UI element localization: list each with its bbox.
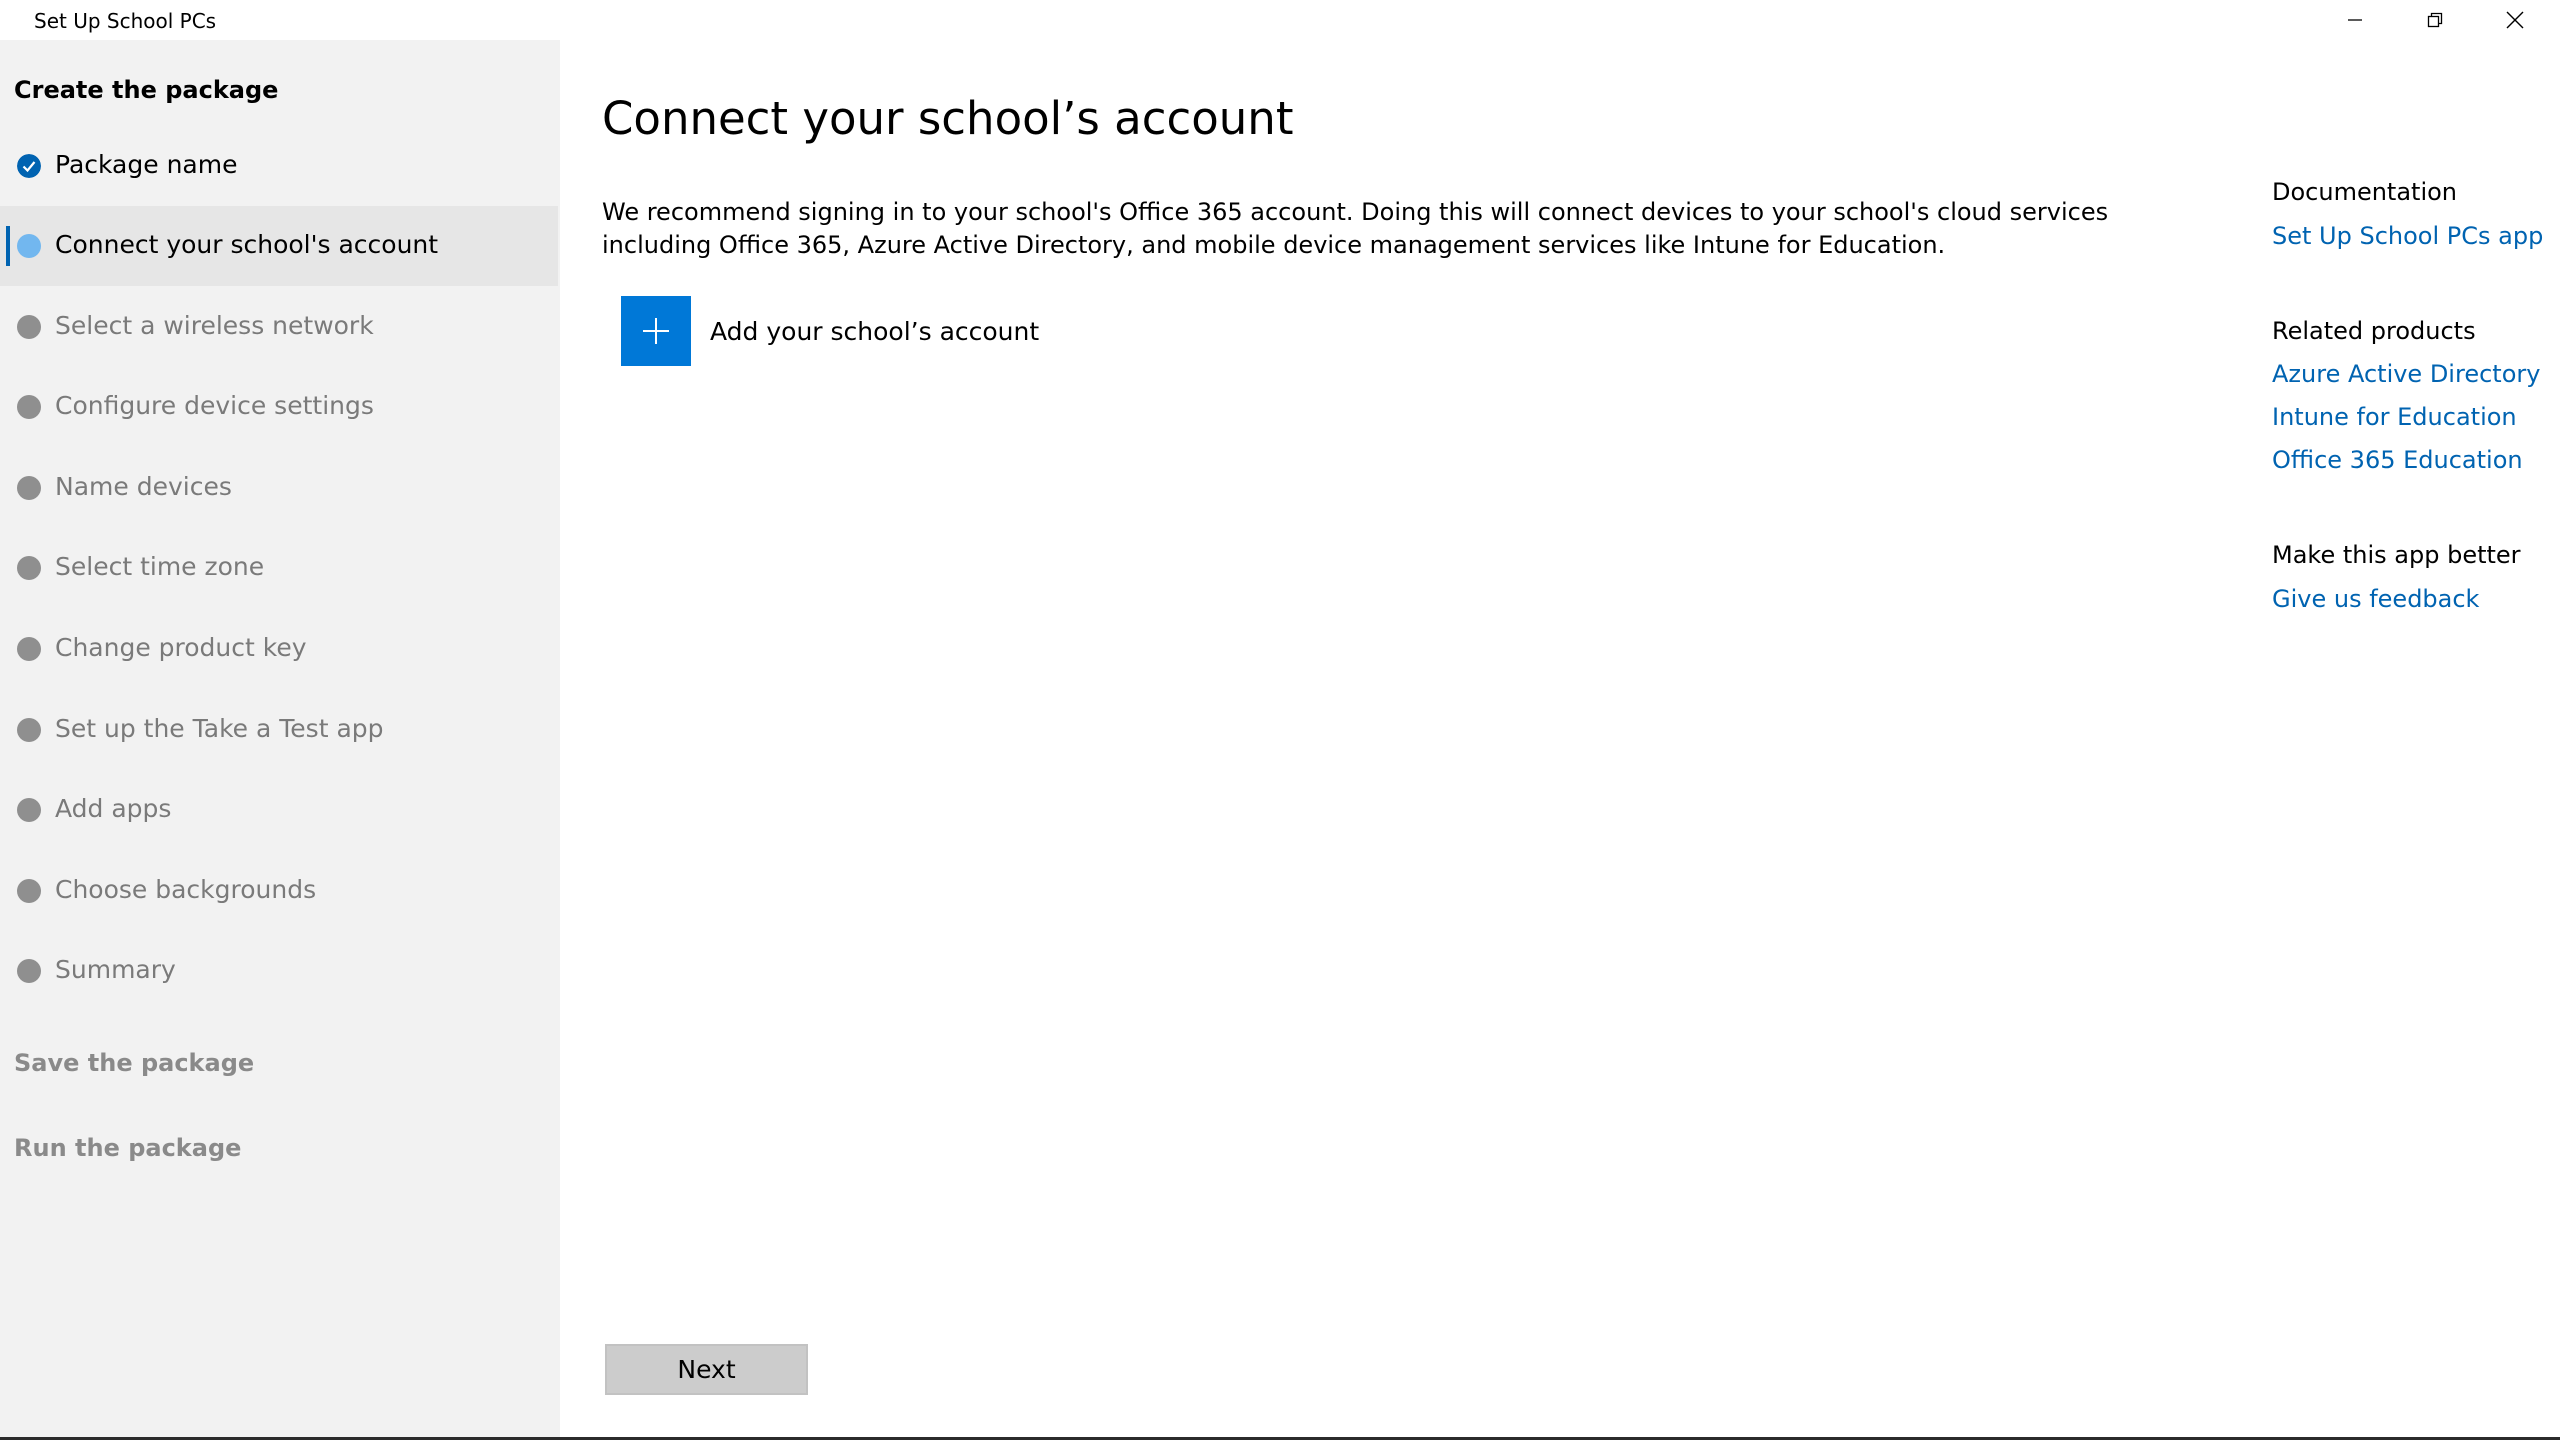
link-intune-for-education[interactable]: Intune for Education	[2272, 403, 2517, 431]
step-status-dot	[17, 234, 41, 258]
minimize-button[interactable]	[2315, 0, 2395, 40]
sidebar-item-label: Configure device settings	[55, 391, 374, 420]
sidebar-item-label: Connect your school's account	[55, 230, 439, 259]
minimize-icon	[2348, 19, 2362, 21]
close-button[interactable]	[2475, 0, 2555, 40]
step-status-dot	[17, 476, 41, 500]
documentation-link[interactable]: Set Up School PCs app	[2272, 222, 2543, 250]
add-account-button[interactable]: Add your school’s account	[621, 296, 1039, 366]
sidebar-item-label: Add apps	[55, 794, 172, 823]
step-status-dot	[17, 718, 41, 742]
restore-button[interactable]	[2395, 0, 2475, 40]
section-run-heading[interactable]: Run the package	[14, 1134, 241, 1162]
sidebar-item-package-name[interactable]: Package name	[0, 126, 558, 206]
sidebar-item-label: Choose backgrounds	[55, 875, 317, 904]
close-icon	[2506, 11, 2524, 29]
sidebar-item-summary[interactable]: Summary	[0, 931, 558, 1011]
sidebar-item-product-key[interactable]: Change product key	[0, 609, 558, 689]
sidebar-item-wireless-network[interactable]: Select a wireless network	[0, 287, 558, 367]
step-status-dot	[17, 556, 41, 580]
sidebar-item-add-apps[interactable]: Add apps	[0, 770, 558, 850]
step-status-dot	[17, 315, 41, 339]
sidebar: Create the package Package name Connect …	[0, 40, 560, 1440]
add-tile[interactable]	[621, 296, 691, 366]
window-title: Set Up School PCs	[34, 9, 217, 33]
sidebar-item-label: Name devices	[55, 472, 232, 501]
checkmark-circle-icon	[17, 154, 41, 178]
sidebar-item-name-devices[interactable]: Name devices	[0, 448, 558, 528]
step-status-dot	[17, 395, 41, 419]
section-save-heading[interactable]: Save the package	[14, 1049, 254, 1077]
sidebar-item-label: Select a wireless network	[55, 311, 374, 340]
link-office-365-education[interactable]: Office 365 Education	[2272, 446, 2523, 474]
plus-icon	[643, 318, 669, 344]
sidebar-item-label: Package name	[55, 150, 238, 179]
add-account-label[interactable]: Add your school’s account	[710, 317, 1039, 346]
sidebar-item-device-settings[interactable]: Configure device settings	[0, 367, 558, 447]
page-title: Connect your school’s account	[602, 92, 1294, 146]
sidebar-item-backgrounds[interactable]: Choose backgrounds	[0, 851, 558, 931]
give-feedback-link[interactable]: Give us feedback	[2272, 585, 2479, 613]
title-bar: Set Up School PCs	[0, 0, 2560, 40]
step-status-dot	[17, 959, 41, 983]
sidebar-item-label: Summary	[55, 955, 176, 984]
sidebar-item-label: Change product key	[55, 633, 307, 662]
link-azure-active-directory[interactable]: Azure Active Directory	[2272, 360, 2540, 388]
sidebar-item-label: Select time zone	[55, 552, 265, 581]
intro-text: We recommend signing in to your school's…	[602, 198, 2109, 259]
step-status-dot	[17, 637, 41, 661]
sidebar-item-connect-account[interactable]: Connect your school's account	[0, 206, 558, 286]
related-products-heading: Related products	[2272, 317, 2476, 345]
section-create-heading: Create the package	[14, 76, 279, 104]
selection-indicator	[6, 226, 10, 266]
documentation-heading: Documentation	[2272, 178, 2458, 206]
sidebar-item-label: Set up the Take a Test app	[55, 714, 384, 743]
feedback-heading: Make this app better	[2272, 541, 2521, 569]
next-button[interactable]: Next	[605, 1344, 808, 1395]
step-status-dot	[17, 879, 41, 903]
sidebar-item-time-zone[interactable]: Select time zone	[0, 528, 558, 608]
sidebar-item-take-a-test[interactable]: Set up the Take a Test app	[0, 690, 558, 770]
restore-icon	[2427, 12, 2443, 28]
step-status-dot	[17, 798, 41, 822]
